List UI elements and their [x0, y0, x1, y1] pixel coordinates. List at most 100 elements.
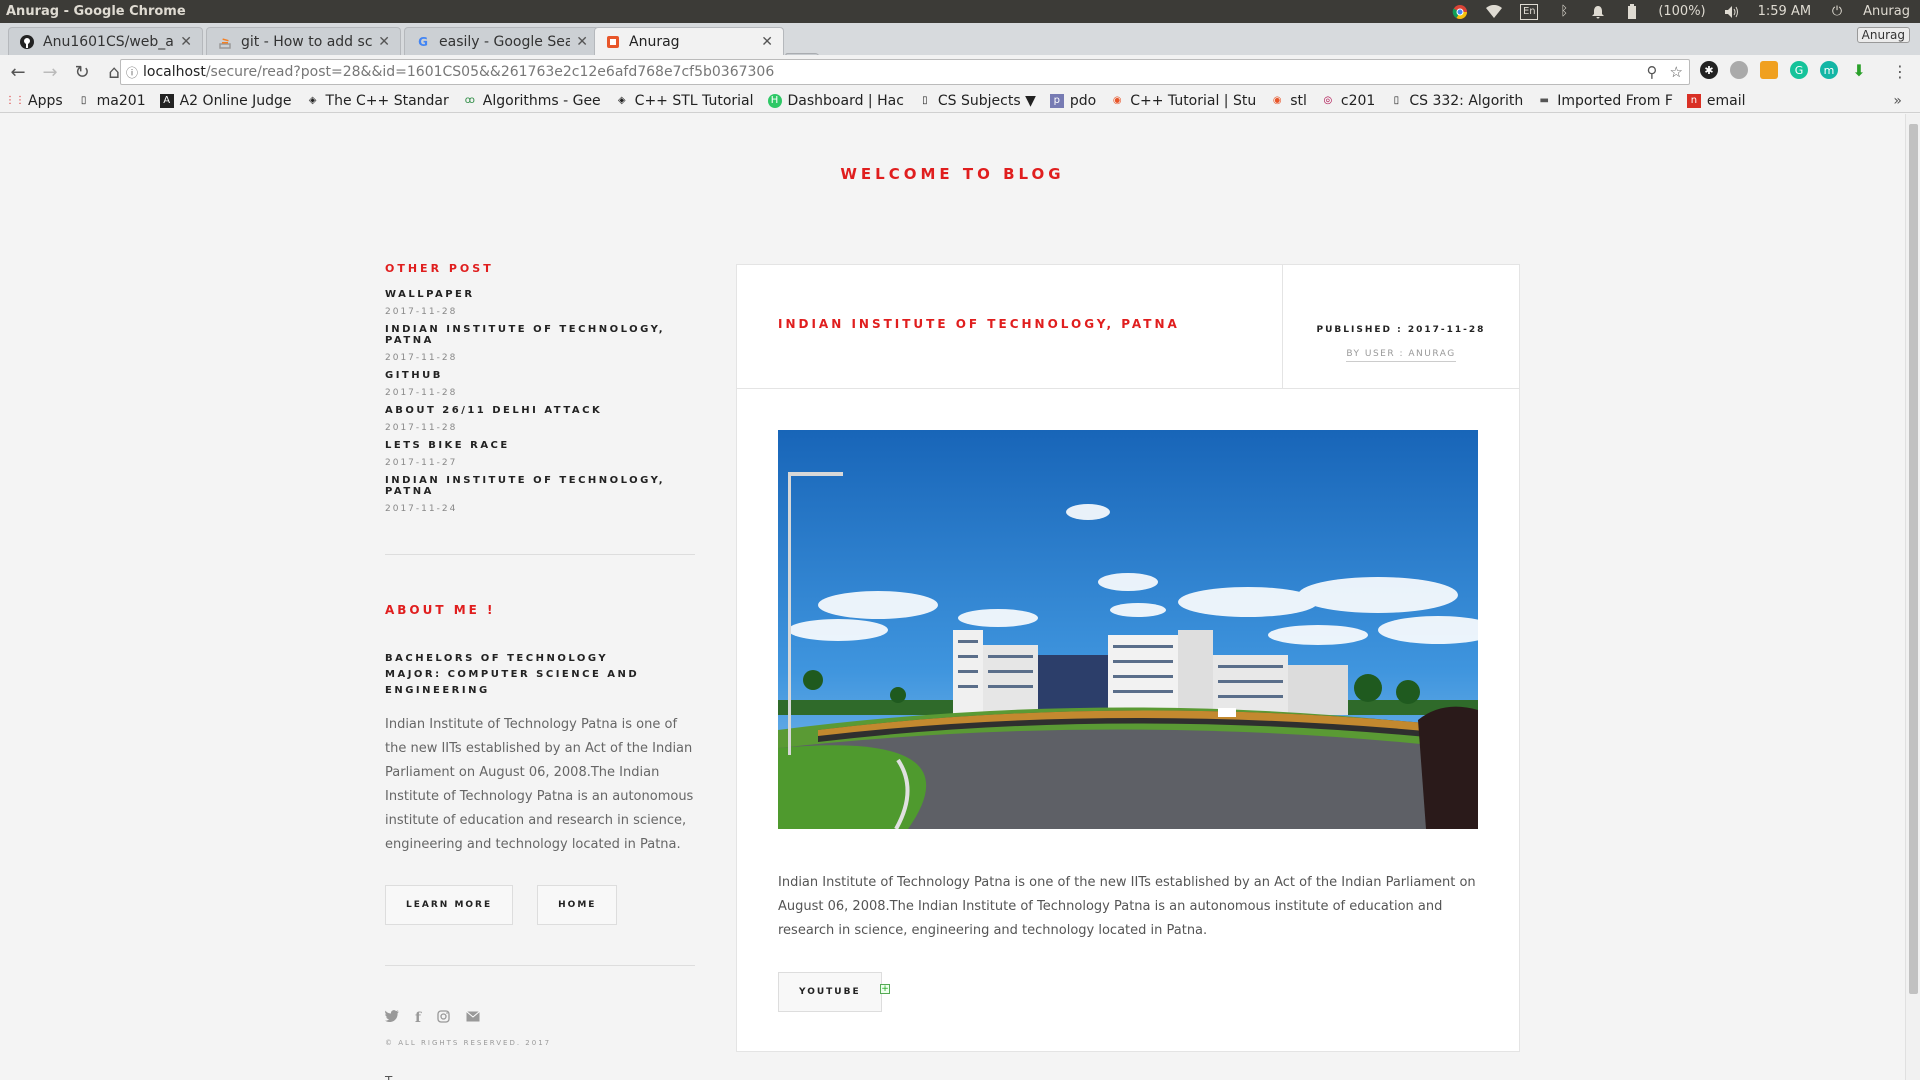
- extension-black-icon[interactable]: ✱: [1700, 61, 1718, 79]
- forward-arrow-icon[interactable]: →: [36, 58, 64, 86]
- post-link[interactable]: GITHUB: [385, 370, 695, 381]
- degree-line: BACHELORS OF TECHNOLOGY: [385, 653, 609, 664]
- gmail-icon: n: [1686, 93, 1701, 108]
- bookmark-email[interactable]: n email: [1686, 93, 1746, 109]
- scrollbar-thumb[interactable]: [1909, 124, 1918, 994]
- github-icon: [19, 34, 35, 50]
- bookmark-star-icon[interactable]: ☆: [1670, 63, 1683, 81]
- bookmark-folder-imported[interactable]: ▬ Imported From F: [1537, 93, 1673, 109]
- close-icon[interactable]: ✕: [378, 34, 390, 50]
- back-arrow-icon[interactable]: ←: [4, 58, 32, 86]
- page-title: WELCOME TO BLOG: [840, 165, 1065, 183]
- post-image: [778, 430, 1478, 829]
- mail-icon[interactable]: [466, 1010, 480, 1027]
- sidebar-buttons: LEARN MORE HOME: [385, 885, 695, 925]
- twitter-icon[interactable]: [385, 1010, 399, 1027]
- facebook-icon[interactable]: f: [415, 1010, 421, 1027]
- reload-icon[interactable]: ↻: [68, 58, 96, 86]
- os-top-bar: Anurag - Google Chrome En ᛒ (100%) 1:59 …: [0, 0, 1920, 23]
- published-date: PUBLISHED : 2017-11-28: [1316, 325, 1486, 335]
- stackoverflow-icon: [217, 34, 233, 50]
- bluetooth-icon[interactable]: ᛒ: [1556, 4, 1572, 20]
- post-date: 2017-11-28: [385, 388, 458, 398]
- tab-google-search[interactable]: G easily - Google Sear ✕: [404, 27, 599, 55]
- major-line: MAJOR: COMPUTER SCIENCE AND ENGINEERING: [385, 669, 640, 696]
- about-heading: ABOUT ME !: [385, 603, 496, 617]
- clock[interactable]: 1:59 AM: [1758, 4, 1811, 19]
- cplusplus-icon: ◈: [308, 95, 317, 106]
- bookmark-stl[interactable]: ◉ stl: [1270, 93, 1307, 109]
- download-extension-icon[interactable]: ⬇: [1850, 61, 1868, 80]
- instagram-icon[interactable]: [437, 1010, 450, 1027]
- address-bar[interactable]: ⓘ localhost /secure/read?post=28&&id=160…: [120, 59, 1690, 85]
- web-page: WELCOME TO BLOG OTHER POST WALLPAPER 201…: [0, 114, 1905, 1080]
- session-user[interactable]: Anurag: [1863, 4, 1910, 19]
- notification-bell-icon[interactable]: [1590, 4, 1606, 20]
- bookmark-cs332[interactable]: ▯ CS 332: Algorith: [1389, 93, 1524, 109]
- tab-github[interactable]: Anu1601CS/web_ap ✕: [8, 27, 203, 55]
- post-link[interactable]: INDIAN INSTITUTE OF TECHNOLOGY, PATNA: [385, 324, 695, 346]
- close-icon[interactable]: ✕: [761, 34, 773, 50]
- bookmark-algorithms-gfg[interactable]: ꝏ Algorithms - Gee: [463, 93, 601, 109]
- extension-icons: ✱ G m ⬇: [1700, 61, 1868, 80]
- post-date: 2017-11-28: [385, 423, 458, 433]
- chrome-icon[interactable]: [1452, 4, 1468, 20]
- degree-info: BACHELORS OF TECHNOLOGY MAJOR: COMPUTER …: [385, 651, 695, 699]
- post-date: 2017-11-28: [385, 307, 458, 317]
- home-button[interactable]: HOME: [537, 885, 618, 925]
- tab-strip: Anu1601CS/web_ap ✕ git - How to add scr …: [0, 23, 1920, 73]
- post-link[interactable]: INDIAN INSTITUTE OF TECHNOLOGY, PATNA: [385, 475, 695, 497]
- post-date: 2017-11-28: [385, 353, 458, 363]
- close-icon[interactable]: ✕: [576, 34, 588, 50]
- author-text: BY USER : ANURAG: [1346, 349, 1456, 362]
- chrome-menu-icon[interactable]: ⋮: [1892, 62, 1908, 81]
- c201-icon: ◎: [1323, 95, 1333, 106]
- page-scrollbar[interactable]: [1905, 114, 1920, 1080]
- battery-icon[interactable]: [1624, 3, 1640, 20]
- post-link[interactable]: LETS BIKE RACE: [385, 440, 695, 451]
- bookmarks-overflow-button[interactable]: »: [1893, 93, 1902, 109]
- bookmark-cpp-tutorial[interactable]: ◉ C++ Tutorial | Stu: [1110, 93, 1256, 109]
- bookmark-folder-cs-subjects[interactable]: ▯ CS Subjects ▼: [918, 93, 1036, 109]
- bookmark-ma201[interactable]: ▯ ma201: [77, 93, 146, 109]
- window-title: Anurag - Google Chrome: [6, 4, 186, 19]
- post-title: INDIAN INSTITUTE OF TECHNOLOGY, PATNA: [778, 317, 1180, 331]
- copyright: © ALL RIGHTS RESERVED. 2017: [385, 1039, 552, 1047]
- grammarly-icon[interactable]: G: [1790, 61, 1808, 79]
- tab-anurag-active[interactable]: Anurag ✕: [594, 27, 784, 55]
- extension-m-icon[interactable]: m: [1820, 61, 1838, 79]
- bookmark-cpp-standard[interactable]: ◈ The C++ Standar: [306, 93, 449, 109]
- bookmark-apps[interactable]: ⋮⋮ Apps: [5, 93, 63, 109]
- close-icon[interactable]: ✕: [180, 34, 192, 50]
- sidebar: OTHER POST WALLPAPER 2017-11-28 INDIAN I…: [385, 262, 695, 1047]
- bookmark-pdo[interactable]: p pdo: [1049, 93, 1096, 109]
- plus-icon[interactable]: +: [880, 984, 890, 994]
- tab-label: easily - Google Sear: [439, 33, 571, 50]
- author-link[interactable]: BY USER : ANURAG: [1283, 349, 1519, 362]
- extension-orange-icon[interactable]: [1760, 61, 1778, 79]
- keyboard-layout-indicator[interactable]: En: [1520, 3, 1539, 20]
- youtube-button[interactable]: YOUTUBE: [778, 972, 882, 1012]
- geeksforgeeks-icon: ꝏ: [464, 95, 475, 106]
- bookmark-dashboard-hackerrank[interactable]: H Dashboard | Hac: [767, 93, 904, 109]
- bookmark-a2-online-judge[interactable]: A A2 Online Judge: [159, 93, 292, 109]
- other-post-heading: OTHER POST: [385, 262, 494, 275]
- tab-stackoverflow[interactable]: git - How to add scr ✕: [206, 27, 401, 55]
- wifi-icon[interactable]: [1486, 4, 1503, 20]
- bookmark-c201[interactable]: ◎ c201: [1321, 93, 1376, 109]
- folder-icon: ▬: [1539, 95, 1549, 106]
- bookmark-cpp-stl-tutorial[interactable]: ◈ C++ STL Tutorial: [615, 93, 754, 109]
- power-icon[interactable]: ⏻: [1829, 4, 1845, 20]
- learn-more-button[interactable]: LEARN MORE: [385, 885, 514, 925]
- post-link[interactable]: ABOUT 26/11 DELHI ATTACK: [385, 405, 695, 416]
- extension-shield-icon[interactable]: [1730, 61, 1748, 79]
- info-icon[interactable]: ⓘ: [121, 64, 143, 81]
- zoom-search-icon[interactable]: ⚲: [1647, 63, 1658, 81]
- post-card: INDIAN INSTITUTE OF TECHNOLOGY, PATNA PU…: [736, 264, 1520, 1052]
- volume-icon[interactable]: [1724, 4, 1740, 20]
- profile-chip[interactable]: Anurag: [1856, 27, 1910, 43]
- post-link[interactable]: WALLPAPER: [385, 289, 695, 300]
- post-date: 2017-11-24: [385, 504, 458, 514]
- apps-grid-icon: ⋮⋮: [5, 95, 25, 106]
- tutorialspoint-icon: ◉: [1272, 95, 1282, 106]
